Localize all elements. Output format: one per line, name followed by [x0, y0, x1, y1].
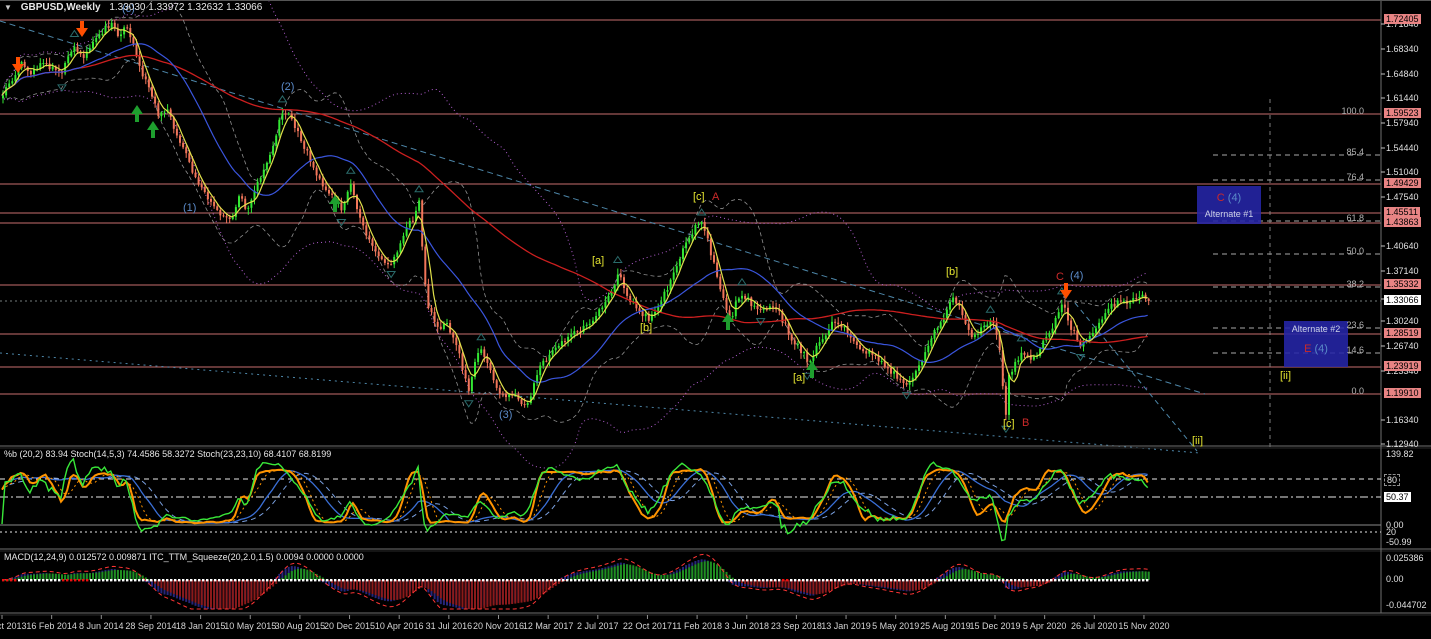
date-tick-label: 13 Jan 2019 [821, 621, 871, 631]
sr-price-tag: 1.19910 [1384, 388, 1421, 398]
price-tick-label: 1.12940 [1386, 439, 1419, 449]
sr-price-tag: 1.49429 [1384, 178, 1421, 188]
price-tick-label: 1.64840 [1386, 69, 1419, 79]
price-tick-label: 1.61440 [1386, 93, 1419, 103]
elliott-wave-label: (1) [183, 202, 196, 214]
alternate-note-label: Alternate #1 [1197, 209, 1261, 219]
date-tick-label: 15 Nov 2020 [1118, 621, 1169, 631]
indicator1-axis-label: 139.82 [1386, 449, 1414, 459]
alt-wave-degree: (4) [1228, 192, 1241, 204]
date-tick-label: 22 Oct 2017 [623, 621, 672, 631]
alternate-note-label: Alternate #2 [1284, 324, 1348, 334]
price-tick-label: 1.30240 [1386, 316, 1419, 326]
date-tick-label: 2 Jul 2017 [577, 621, 619, 631]
fib-level-label: 76.4 [1340, 172, 1364, 182]
date-tick-label: 5 May 2019 [872, 621, 919, 631]
date-tick-label: 8 Jun 2014 [79, 621, 124, 631]
price-tick-label: 1.68340 [1386, 44, 1419, 54]
price-tick-label: 1.57940 [1386, 118, 1419, 128]
elliott-wave-label: [c] [693, 191, 705, 203]
elliott-wave-label: [ii] [1280, 370, 1291, 382]
fib-level-label: 100.0 [1340, 106, 1364, 116]
date-tick-label: 3 Jun 2018 [724, 621, 769, 631]
date-tick-label: 25 Aug 2019 [920, 621, 971, 631]
elliott-wave-label: [ii] [1192, 435, 1203, 447]
indicator1-axis-label: 20 [1386, 527, 1396, 537]
fib-level-label: 14.6 [1340, 345, 1364, 355]
elliott-wave-label: B [1022, 417, 1029, 429]
alt-wave-letter: C [1217, 192, 1225, 204]
date-tick-label: 27 Oct 2013 [0, 621, 27, 631]
date-tick-label: 18 Jan 2015 [176, 621, 226, 631]
date-tick-label: 12 Mar 2017 [523, 621, 574, 631]
elliott-wave-label: [b] [640, 322, 652, 334]
alternate-count-box: E (4) Alternate #2 [1284, 321, 1348, 367]
fib-level-label: 61.8 [1340, 213, 1364, 223]
sr-price-tag: 1.35332 [1384, 279, 1421, 289]
indicator2-axis-label: -0.044702 [1386, 600, 1427, 610]
chart-title-bar: ▼ GBPUSD,Weekly 1.33030 1.33972 1.32632 … [4, 2, 268, 14]
date-tick-label: 31 Jul 2016 [426, 621, 473, 631]
current-price-tag: 1.33066 [1384, 295, 1421, 305]
fib-level-label: 85.4 [1340, 147, 1364, 157]
fib-level-label: 38.2 [1340, 279, 1364, 289]
chart-canvas[interactable] [0, 1, 1431, 639]
date-tick-label: 20 Nov 2016 [473, 621, 524, 631]
date-tick-label: 11 Feb 2018 [672, 621, 722, 631]
indicator2-axis-label: 0.025386 [1386, 553, 1424, 563]
indicator1-axis-label: -50.99 [1386, 537, 1412, 547]
date-tick-label: 26 Jul 2020 [1071, 621, 1118, 631]
date-tick-label: 23 Sep 2018 [771, 621, 822, 631]
elliott-wave-label: A [712, 191, 719, 203]
indicator1-axis-label: 50.37 [1384, 492, 1411, 502]
indicator2-axis-label: 0.00 [1386, 574, 1404, 584]
sr-price-tag: 1.72405 [1384, 14, 1421, 24]
sr-price-tag: 1.45511 [1384, 207, 1420, 217]
date-tick-label: 20 Dec 2015 [324, 621, 375, 631]
elliott-wave-label: [c] [1003, 418, 1015, 430]
price-tick-label: 1.40640 [1386, 241, 1419, 251]
alternate-count-box: C (4) Alternate #1 [1197, 186, 1261, 224]
indicator2-label: MACD(12,24,9) 0.012572 0.009871 ITC_TTM_… [4, 552, 364, 562]
fib-level-label: 50.0 [1340, 246, 1364, 256]
sr-price-tag: 1.28519 [1384, 328, 1421, 338]
price-tick-label: 1.51040 [1386, 167, 1419, 177]
date-tick-label: 5 Apr 2020 [1023, 621, 1067, 631]
date-tick-label: 10 Apr 2016 [375, 621, 424, 631]
elliott-wave-label: C [1056, 271, 1064, 283]
chart-title-symbol: GBPUSD,Weekly [21, 2, 101, 13]
alt-wave-letter: E [1304, 343, 1311, 355]
sr-price-tag: 1.59523 [1384, 108, 1421, 118]
price-tick-label: 1.47540 [1386, 192, 1419, 202]
price-tick-label: 1.16340 [1386, 415, 1419, 425]
symbol-dropdown-icon[interactable]: ▼ [4, 3, 12, 12]
elliott-wave-label: (3) [499, 409, 512, 421]
date-tick-label: 10 May 2015 [224, 621, 276, 631]
elliott-wave-label: (2) [281, 81, 294, 93]
elliott-wave-label: [b] [946, 266, 958, 278]
elliott-wave-label: (4) [1070, 270, 1083, 282]
indicator1-label: %b (20,2) 83.94 Stoch(14,5,3) 74.4586 58… [4, 449, 331, 459]
price-tick-label: 1.37140 [1386, 266, 1419, 276]
elliott-wave-label: [a] [793, 372, 805, 384]
date-tick-label: 28 Sep 2014 [125, 621, 176, 631]
price-tick-label: 1.26740 [1386, 341, 1419, 351]
fib-level-label: 0.0 [1340, 386, 1364, 396]
mt4-chart-window: ▼ GBPUSD,Weekly 1.33030 1.33972 1.32632 … [0, 0, 1431, 639]
sr-price-tag: 1.23919 [1384, 361, 1421, 371]
elliott-wave-label: [a] [592, 255, 604, 267]
date-tick-label: 16 Feb 2014 [26, 621, 77, 631]
fib-level-label: 23.6 [1340, 320, 1364, 330]
date-tick-label: 30 Aug 2015 [275, 621, 326, 631]
price-tick-label: 1.54440 [1386, 143, 1419, 153]
indicator1-axis-label: 80 [1384, 474, 1400, 486]
alt-wave-degree: (4) [1314, 343, 1327, 355]
sr-price-tag: 1.43863 [1384, 217, 1421, 227]
chart-title-ohlc: 1.33030 1.33972 1.32632 1.33066 [109, 2, 262, 13]
date-tick-label: 15 Dec 2019 [969, 621, 1020, 631]
